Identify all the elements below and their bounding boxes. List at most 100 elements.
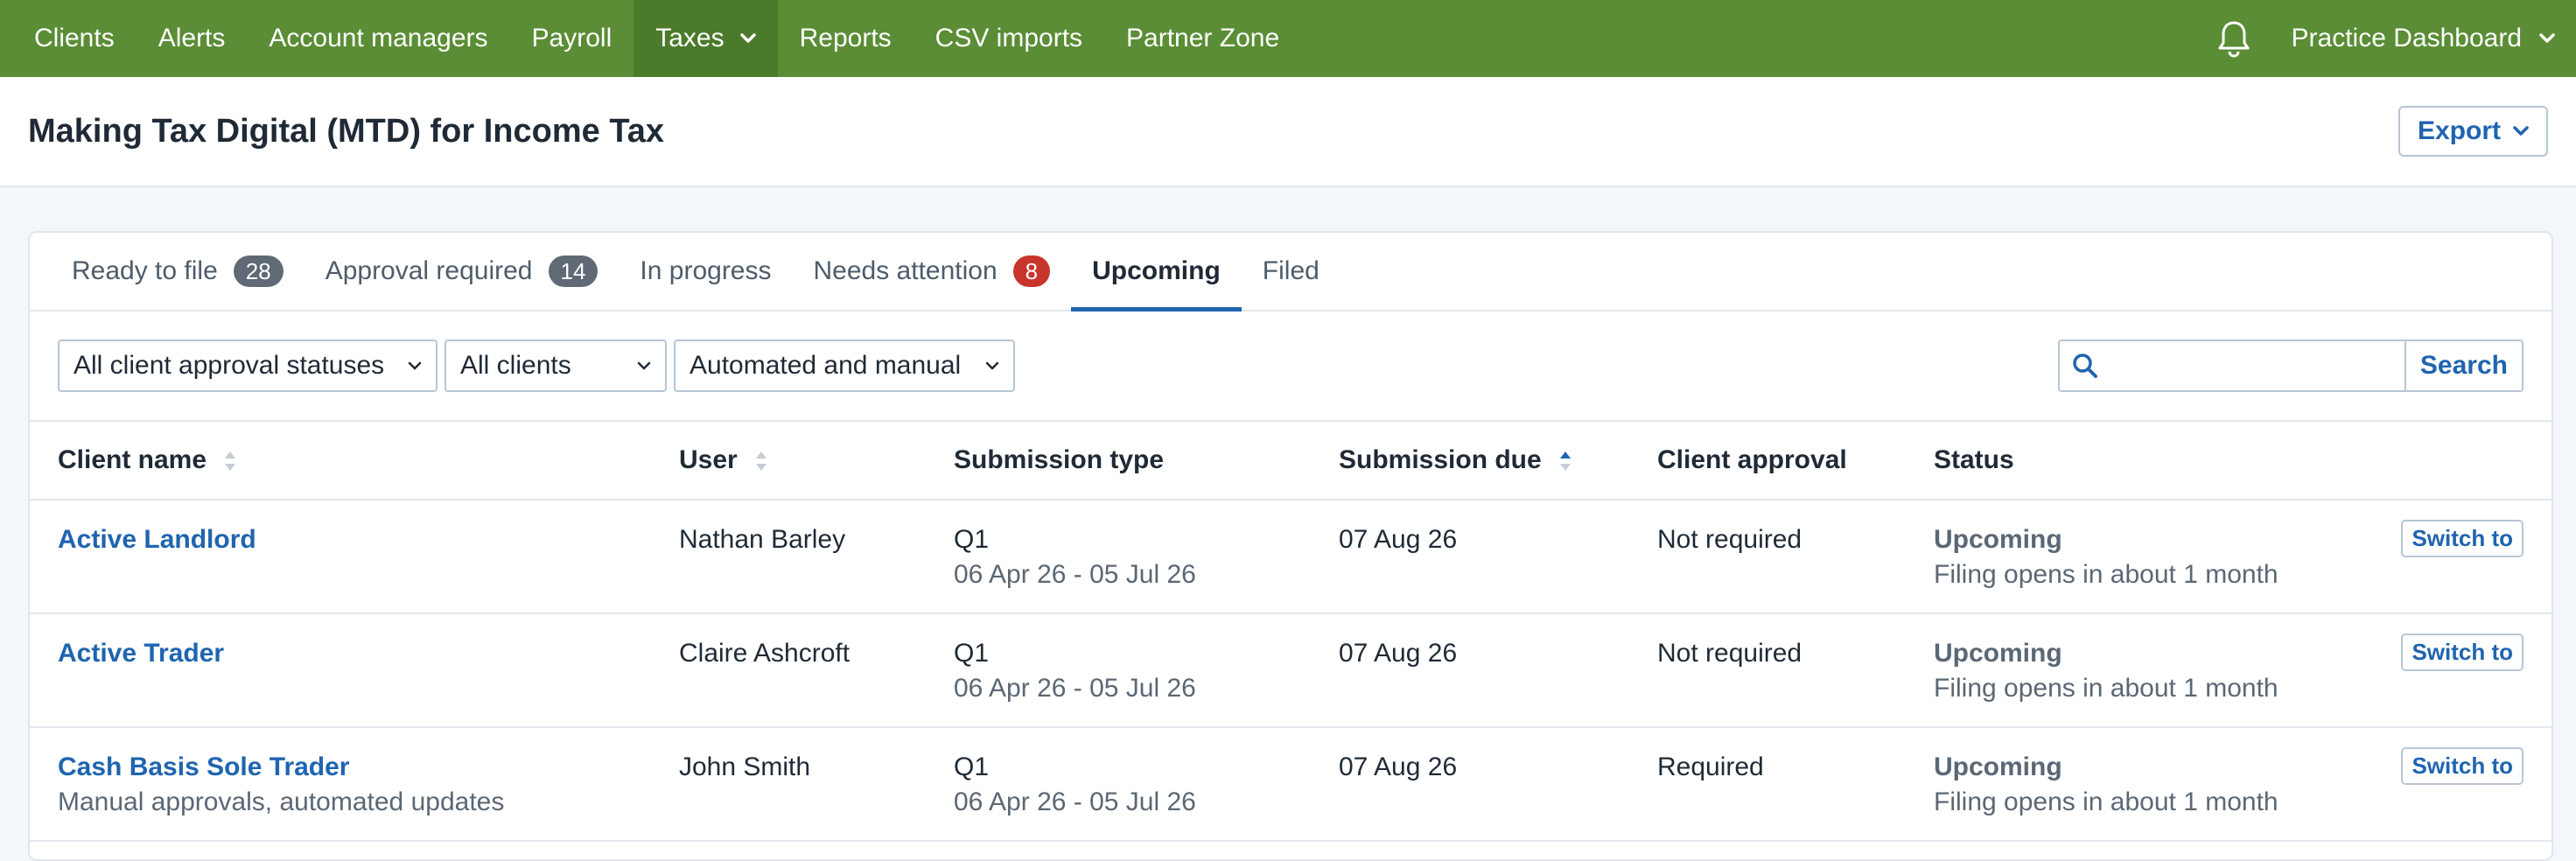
practice-dashboard-menu[interactable]: Practice Dashboard xyxy=(2292,24,2564,53)
submission-mode-select[interactable]: Automated and manual xyxy=(674,340,1015,392)
column-header-status: Status xyxy=(1934,422,2552,500)
submission-type: Q1 xyxy=(954,525,990,554)
filings-table: Client name User Submission type Submiss… xyxy=(30,422,2552,842)
switch-to-button[interactable]: Switch to xyxy=(2401,634,2524,671)
search-icon xyxy=(2072,353,2098,379)
header-label: Client name xyxy=(58,445,207,474)
table-row: Cash Basis Sole Trader Manual approvals,… xyxy=(30,727,2552,842)
nav-item-alerts[interactable]: Alerts xyxy=(136,0,248,77)
client-note: Manual approvals, automated updates xyxy=(58,788,505,816)
submission-type: Q1 xyxy=(954,639,990,668)
cell-submission-due: 07 Aug 26 xyxy=(1339,500,1657,614)
alert-count-badge: 8 xyxy=(1012,256,1051,287)
header-label: Submission type xyxy=(954,445,1165,474)
search-input[interactable] xyxy=(2108,350,2392,382)
table-row: Active Landlord Nathan Barley Q1 06 Apr … xyxy=(30,500,2552,614)
client-link[interactable]: Active Trader xyxy=(58,639,679,668)
search-group: Search xyxy=(2057,340,2524,392)
tab-label: Approval required xyxy=(325,256,533,285)
export-button[interactable]: Export xyxy=(2398,106,2548,157)
switch-to-button[interactable]: Switch to xyxy=(2401,520,2524,557)
nav-item-partner-zone[interactable]: Partner Zone xyxy=(1104,0,1301,77)
nav-label: Alerts xyxy=(158,24,226,52)
cell-status: Switch to Upcoming Filing opens in about… xyxy=(1934,727,2552,842)
submission-period: 06 Apr 26 - 05 Jul 26 xyxy=(954,560,1196,589)
submission-period: 06 Apr 26 - 05 Jul 26 xyxy=(954,674,1196,703)
nav-items: Clients Alerts Account managers Payroll … xyxy=(12,0,1301,77)
column-header-submission-type: Submission type xyxy=(954,422,1339,500)
tab-label: Needs attention xyxy=(813,256,998,285)
cell-submission-due: 07 Aug 26 xyxy=(1339,727,1657,842)
nav-label: Clients xyxy=(34,24,115,52)
switch-to-button[interactable]: Switch to xyxy=(2401,747,2524,785)
filter-bar: All client approval statuses All clients… xyxy=(30,312,2552,422)
cell-submission-type: Q1 06 Apr 26 - 05 Jul 26 xyxy=(954,727,1339,842)
column-header-user[interactable]: User xyxy=(679,422,954,500)
column-header-client-name[interactable]: Client name xyxy=(30,422,679,500)
chevron-down-icon xyxy=(739,33,756,44)
nav-right: Practice Dashboard xyxy=(2216,0,2564,77)
tab-upcoming[interactable]: Upcoming xyxy=(1071,233,1242,312)
tab-label: In progress xyxy=(640,256,772,285)
header-label: Status xyxy=(1934,445,2014,474)
tab-approval-required[interactable]: Approval required 14 xyxy=(304,233,620,310)
export-label: Export xyxy=(2417,116,2501,145)
cell-submission-type: Q1 06 Apr 26 - 05 Jul 26 xyxy=(954,500,1339,614)
submission-type: Q1 xyxy=(954,752,990,781)
cell-submission-due: 07 Aug 26 xyxy=(1339,613,1657,728)
tab-needs-attention[interactable]: Needs attention 8 xyxy=(793,233,1072,310)
nav-label: CSV imports xyxy=(934,24,1083,52)
cell-client-approval: Required xyxy=(1657,727,1934,842)
page-title: Making Tax Digital (MTD) for Income Tax xyxy=(28,112,664,150)
client-link[interactable]: Cash Basis Sole Trader xyxy=(58,752,679,782)
nav-label: Reports xyxy=(799,24,892,52)
cell-user: John Smith xyxy=(679,727,954,842)
submission-period: 06 Apr 26 - 05 Jul 26 xyxy=(954,788,1196,816)
nav-item-payroll[interactable]: Payroll xyxy=(510,0,634,77)
nav-item-reports[interactable]: Reports xyxy=(778,0,914,77)
cell-client: Active Landlord xyxy=(30,500,679,614)
search-button[interactable]: Search xyxy=(2404,340,2524,392)
select-value: Automated and manual xyxy=(690,351,962,380)
client-link[interactable]: Active Landlord xyxy=(58,525,679,555)
clients-select[interactable]: All clients xyxy=(444,340,667,392)
nav-label: Account managers xyxy=(269,24,488,52)
search-box xyxy=(2057,340,2404,392)
status-detail: Filing opens in about 1 month xyxy=(1934,560,2278,589)
nav-item-clients[interactable]: Clients xyxy=(12,0,136,77)
table-header-row: Client name User Submission type Submiss… xyxy=(30,422,2552,500)
chevron-down-icon xyxy=(2513,126,2529,136)
sort-icon xyxy=(755,450,767,472)
cell-status: Switch to Upcoming Filing opens in about… xyxy=(1934,500,2552,614)
select-value: All client approval statuses xyxy=(74,351,385,380)
table-row: Active Trader Claire Ashcroft Q1 06 Apr … xyxy=(30,613,2552,728)
header-label: User xyxy=(679,445,738,474)
cell-user: Nathan Barley xyxy=(679,500,954,614)
status-detail: Filing opens in about 1 month xyxy=(1934,674,2278,703)
nav-item-taxes[interactable]: Taxes xyxy=(634,0,778,77)
chevron-down-icon xyxy=(985,361,999,370)
chevron-down-icon xyxy=(637,361,651,370)
chevron-down-icon xyxy=(408,361,422,370)
chevron-down-icon xyxy=(2539,33,2555,44)
top-nav: Clients Alerts Account managers Payroll … xyxy=(0,0,2576,77)
tab-in-progress[interactable]: In progress xyxy=(619,233,792,310)
count-badge: 14 xyxy=(548,256,598,287)
nav-label: Payroll xyxy=(531,24,612,52)
cell-client: Active Trader xyxy=(30,613,679,728)
approval-status-select[interactable]: All client approval statuses xyxy=(58,340,438,392)
tab-filed[interactable]: Filed xyxy=(1242,233,1340,310)
nav-label: Partner Zone xyxy=(1126,24,1280,52)
column-header-submission-due[interactable]: Submission due xyxy=(1339,422,1657,500)
nav-item-csv-imports[interactable]: CSV imports xyxy=(914,0,1104,77)
cell-submission-type: Q1 06 Apr 26 - 05 Jul 26 xyxy=(954,613,1339,728)
nav-label: Taxes xyxy=(655,24,724,52)
filings-card: Ready to file 28 Approval required 14 In… xyxy=(28,231,2553,861)
cell-client-approval: Not required xyxy=(1657,613,1934,728)
filing-tabs: Ready to file 28 Approval required 14 In… xyxy=(30,233,2552,312)
tab-ready-to-file[interactable]: Ready to file 28 xyxy=(51,233,304,310)
column-header-client-approval: Client approval xyxy=(1657,422,1934,500)
nav-item-account-managers[interactable]: Account managers xyxy=(247,0,509,77)
tab-label: Filed xyxy=(1262,256,1320,285)
bell-icon[interactable] xyxy=(2216,19,2251,58)
